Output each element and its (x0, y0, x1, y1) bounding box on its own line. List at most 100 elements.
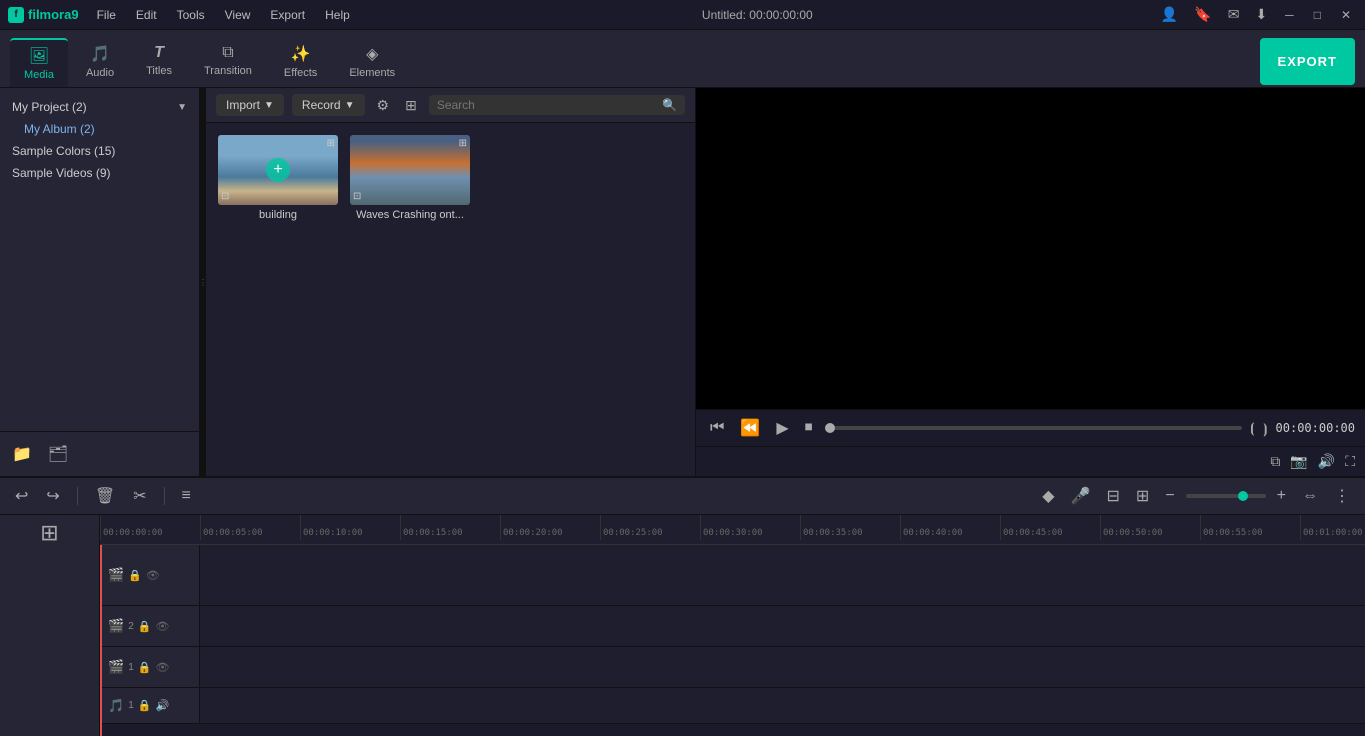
menu-bar: FileEditToolsViewExportHelp (89, 6, 358, 24)
track-2-content[interactable] (200, 606, 1365, 646)
track-num-1: 1 (128, 662, 134, 673)
track-video2-icon: 🎬 (108, 618, 124, 634)
menu-help[interactable]: Help (317, 6, 358, 24)
filter-icon[interactable]: ⚙ (373, 95, 394, 116)
fit-timeline-icon[interactable]: ⇔ (1297, 485, 1323, 507)
close-button[interactable]: ✕ (1335, 6, 1357, 24)
lock-icon-audio[interactable]: 🔒 (138, 699, 152, 712)
menu-tools[interactable]: Tools (169, 6, 213, 24)
user-icon[interactable]: 👤 (1157, 4, 1182, 25)
titles-tab-icon: T (154, 44, 164, 62)
eye-icon-main[interactable]: 👁 (146, 569, 160, 582)
rewind-button[interactable]: ⏮ (706, 417, 728, 439)
menu-file[interactable]: File (89, 6, 124, 24)
add-to-timeline-icon[interactable]: + (266, 158, 290, 182)
menu-edit[interactable]: Edit (128, 6, 165, 24)
building-thumbnail: ⊞ + ⊡ (218, 135, 338, 205)
titlebar-right: 👤 🔖 ✉ ⬇ ─ □ ✕ (1157, 4, 1357, 25)
tab-media[interactable]: 🖼 Media (10, 38, 68, 87)
left-panel: My Project (2) ▼ My Album (2) Sample Col… (0, 88, 200, 476)
lock-icon-main[interactable]: 🔒 (128, 569, 142, 582)
export-button[interactable]: EXPORT (1260, 38, 1355, 85)
mail-icon[interactable]: ✉ (1224, 4, 1244, 25)
settings-button[interactable]: ≡ (177, 485, 196, 507)
in-point-marker[interactable]: ⦗ (1250, 420, 1255, 437)
sample-colors-label: Sample Colors (15) (12, 144, 115, 158)
titles-tab-label: Titles (146, 65, 172, 77)
search-input[interactable] (437, 98, 658, 112)
sample-colors-item[interactable]: Sample Colors (15) (0, 140, 199, 162)
media-item-building[interactable]: ⊞ + ⊡ building (218, 135, 338, 464)
detach-audio-icon[interactable]: ⊟ (1102, 484, 1125, 508)
maximize-button[interactable]: □ (1308, 6, 1327, 24)
lock-icon-1[interactable]: 🔒 (138, 661, 152, 674)
preview-bottom-toolbar: ⧉ 📷 🔊 ⛶ (696, 446, 1365, 476)
search-box[interactable]: 🔍 (429, 95, 685, 115)
building-label: building (259, 209, 297, 221)
undo-button[interactable]: ↩ (10, 484, 33, 508)
voiceover-icon[interactable]: 🎤 (1066, 484, 1096, 508)
tab-transition[interactable]: ⧉ Transition (190, 38, 266, 87)
ruler-tick: 00:00:45:00 (1000, 515, 1100, 540)
expand-icon2: ⊞ (459, 138, 467, 149)
project-tree-header[interactable]: My Project (2) ▼ (0, 96, 199, 118)
titlebar-center: Untitled: 00:00:00:00 (702, 8, 813, 22)
menu-view[interactable]: View (217, 6, 259, 24)
ruler-tick: 00:00:40:00 (900, 515, 1000, 540)
add-clip-button[interactable]: ⊞ (40, 520, 58, 546)
track-video-icon: 🎬 (108, 567, 124, 583)
sound-icon-audio[interactable]: 🔊 (155, 699, 169, 712)
media-item-waves[interactable]: ⊞ ⊡ Waves Crashing ont... (350, 135, 470, 464)
track-1-content[interactable] (200, 647, 1365, 687)
marker-icon[interactable]: ◆ (1037, 484, 1059, 508)
preview-progress-bar[interactable] (825, 426, 1243, 430)
import-label: Import (226, 98, 260, 112)
tab-effects[interactable]: ✨ Effects (270, 38, 331, 87)
fullscreen-icon[interactable]: ⛶ (1345, 453, 1355, 470)
bookmark-icon[interactable]: 🔖 (1190, 4, 1215, 25)
media-browser: Import ▼ Record ▼ ⚙ ⊞ 🔍 ⊞ + ⊡ b (206, 88, 696, 476)
cut-button[interactable]: ✂ (128, 484, 151, 508)
zoom-in-icon[interactable]: + (1272, 485, 1291, 507)
record-button[interactable]: Record ▼ (292, 94, 365, 116)
pip-icon[interactable]: ⧉ (1270, 453, 1280, 470)
minimize-button[interactable]: ─ (1279, 6, 1300, 24)
eye-icon-1[interactable]: 👁 (155, 661, 169, 674)
lock-icon-2[interactable]: 🔒 (138, 620, 152, 633)
audio-tab-label: Audio (86, 67, 114, 79)
search-icon[interactable]: 🔍 (662, 98, 677, 112)
tab-elements[interactable]: ◈ Elements (335, 38, 409, 87)
zoom-slider[interactable] (1186, 494, 1266, 498)
mosaic-icon[interactable]: ⊞ (1131, 484, 1154, 508)
menu-export[interactable]: Export (262, 6, 313, 24)
zoom-out-icon[interactable]: − (1160, 485, 1179, 507)
new-folder-icon[interactable]: 🗂 (44, 440, 72, 468)
timeline-content: ⊞ 00:00:00:0000:00:05:0000:00:10:0000:00… (0, 515, 1365, 736)
clip-options-icon2: ⊡ (353, 191, 361, 202)
download-icon[interactable]: ⬇ (1251, 4, 1271, 25)
volume-icon[interactable]: 🔊 (1318, 453, 1335, 470)
timeline-toolbar: ↩ ↪ 🗑 ✂ ≡ ◆ 🎤 ⊟ ⊞ − + ⇔ ⋮ (0, 478, 1365, 515)
stop-button[interactable]: ⏹ (801, 417, 817, 439)
tab-titles[interactable]: T Titles (132, 38, 186, 87)
redo-button[interactable]: ↪ (41, 484, 64, 508)
timecode-display: 00:00:00:00 (749, 8, 812, 22)
sample-videos-item[interactable]: Sample Videos (9) (0, 162, 199, 184)
album-item[interactable]: My Album (2) (0, 118, 199, 140)
import-button[interactable]: Import ▼ (216, 94, 284, 116)
more-options-icon[interactable]: ⋮ (1329, 484, 1355, 508)
effects-tab-icon: ✨ (291, 44, 311, 64)
tab-audio[interactable]: 🎵 Audio (72, 38, 128, 87)
delete-button[interactable]: 🗑 (90, 484, 120, 508)
audio-1-content[interactable] (200, 688, 1365, 723)
grid-view-icon[interactable]: ⊞ (401, 95, 421, 116)
track-label-1: 🎬 1 🔒 👁 (100, 647, 200, 687)
add-folder-icon[interactable]: 📁 (8, 440, 36, 468)
snapshot-icon[interactable]: 📷 (1290, 453, 1307, 470)
out-point-marker[interactable]: ⦘ (1263, 420, 1268, 437)
main-track-content[interactable] (200, 545, 1365, 605)
frame-back-button[interactable]: ⏪ (736, 416, 764, 440)
eye-icon-2[interactable]: 👁 (155, 620, 169, 633)
preview-area (696, 88, 1365, 409)
play-button[interactable]: ▶ (772, 416, 792, 440)
